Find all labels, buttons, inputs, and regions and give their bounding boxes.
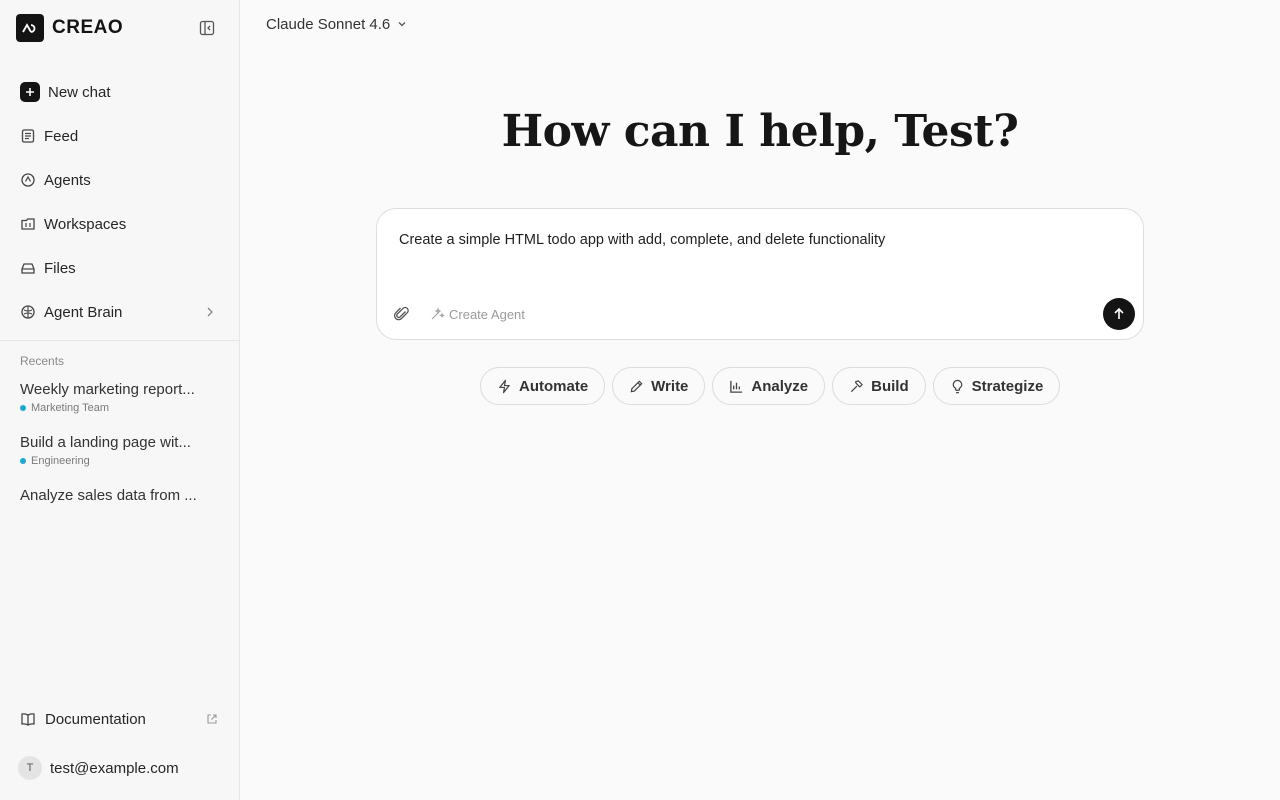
suggestion-chips: Automate Write Analyze Build Strategize — [480, 367, 1061, 405]
chevron-right-icon — [202, 304, 218, 320]
chip-label: Write — [651, 377, 689, 395]
recent-chat-tag: Engineering — [20, 455, 220, 467]
chip-label: Strategize — [971, 377, 1044, 395]
tag-dot — [20, 458, 26, 464]
sidebar-divider — [0, 340, 239, 341]
nav-label: Workspaces — [44, 215, 127, 233]
logo-icon — [16, 14, 44, 42]
nav-label: Agents — [44, 171, 91, 189]
documentation-link[interactable]: Documentation — [20, 708, 220, 730]
lightbulb-icon — [950, 379, 972, 394]
brand-row: CREAO — [16, 14, 224, 42]
arrow-up-icon — [1112, 307, 1126, 321]
nav-label: Feed — [44, 127, 79, 145]
chip-analyze[interactable]: Analyze — [712, 367, 826, 405]
send-button[interactable] — [1103, 298, 1135, 330]
recents-heading: Recents — [20, 354, 65, 368]
sidebar-item-agent-brain[interactable]: Agent Brain — [8, 290, 232, 334]
page-title: How can I help, Test? — [501, 106, 1019, 157]
pen-icon — [629, 379, 651, 394]
nav-label: Agent Brain — [44, 303, 123, 321]
sidebar-item-workspaces[interactable]: Workspaces — [8, 202, 232, 246]
plus-icon — [20, 82, 40, 102]
prompt-input[interactable] — [399, 232, 1099, 248]
recent-chat-title: Build a landing page wit... — [20, 434, 191, 451]
user-account[interactable]: T test@example.com — [18, 756, 179, 780]
recent-chat-item[interactable]: Analyze sales data from ... — [20, 487, 220, 504]
user-email: test@example.com — [50, 759, 179, 777]
chip-label: Build — [871, 377, 909, 395]
sidebar-item-feed[interactable]: Feed — [8, 114, 232, 158]
recent-chat-item[interactable]: Weekly marketing report... Marketing Tea… — [20, 381, 220, 414]
chevron-down-icon — [390, 18, 408, 30]
avatar: T — [18, 756, 42, 780]
paperclip-icon[interactable] — [393, 305, 411, 323]
recent-chat-title: Weekly marketing report... — [20, 381, 195, 398]
bolt-icon — [497, 379, 519, 394]
new-chat-button[interactable]: New chat — [8, 70, 232, 114]
model-selector[interactable]: Claude Sonnet 4.6 — [266, 14, 408, 34]
bar-chart-icon — [729, 379, 751, 394]
agent-icon — [20, 172, 36, 188]
create-agent-button[interactable]: Create Agent — [429, 305, 525, 323]
chip-strategize[interactable]: Strategize — [932, 367, 1061, 405]
nav-label: New chat — [48, 83, 111, 101]
recent-chat-title: Analyze sales data from ... — [20, 487, 197, 504]
chip-build[interactable]: Build — [832, 367, 926, 405]
model-name: Claude Sonnet 4.6 — [266, 15, 391, 33]
sidebar-item-files[interactable]: Files — [8, 246, 232, 290]
book-icon — [20, 711, 36, 727]
newspaper-icon — [20, 128, 36, 144]
composer: Create Agent — [376, 208, 1144, 340]
nav-label: Files — [44, 259, 76, 277]
recent-chat-tag: Marketing Team — [20, 402, 220, 414]
recent-chat-item[interactable]: Build a landing page wit... Engineering — [20, 434, 220, 467]
documentation-label: Documentation — [45, 710, 146, 728]
external-link-icon — [206, 713, 218, 725]
drive-icon — [20, 260, 36, 276]
brand-name: CREAO — [52, 17, 124, 38]
sidebar-item-agents[interactable]: Agents — [8, 158, 232, 202]
sidebar-collapse-icon[interactable] — [198, 19, 216, 37]
create-agent-label: Create Agent — [449, 306, 525, 322]
hammer-icon — [849, 379, 871, 394]
sidebar: CREAO New chat Feed Agents Workspaces Fi… — [0, 0, 240, 800]
brain-icon — [20, 304, 36, 320]
chip-label: Analyze — [751, 377, 809, 395]
sidebar-nav: New chat Feed Agents Workspaces Files Ag… — [8, 70, 232, 334]
chip-label: Automate — [519, 377, 589, 395]
tag-label: Marketing Team — [31, 402, 110, 414]
tag-label: Engineering — [31, 455, 90, 467]
tag-dot — [20, 405, 26, 411]
sparkle-icon — [429, 306, 449, 322]
folder-icon — [20, 216, 36, 232]
chip-write[interactable]: Write — [612, 367, 706, 405]
chip-automate[interactable]: Automate — [480, 367, 606, 405]
